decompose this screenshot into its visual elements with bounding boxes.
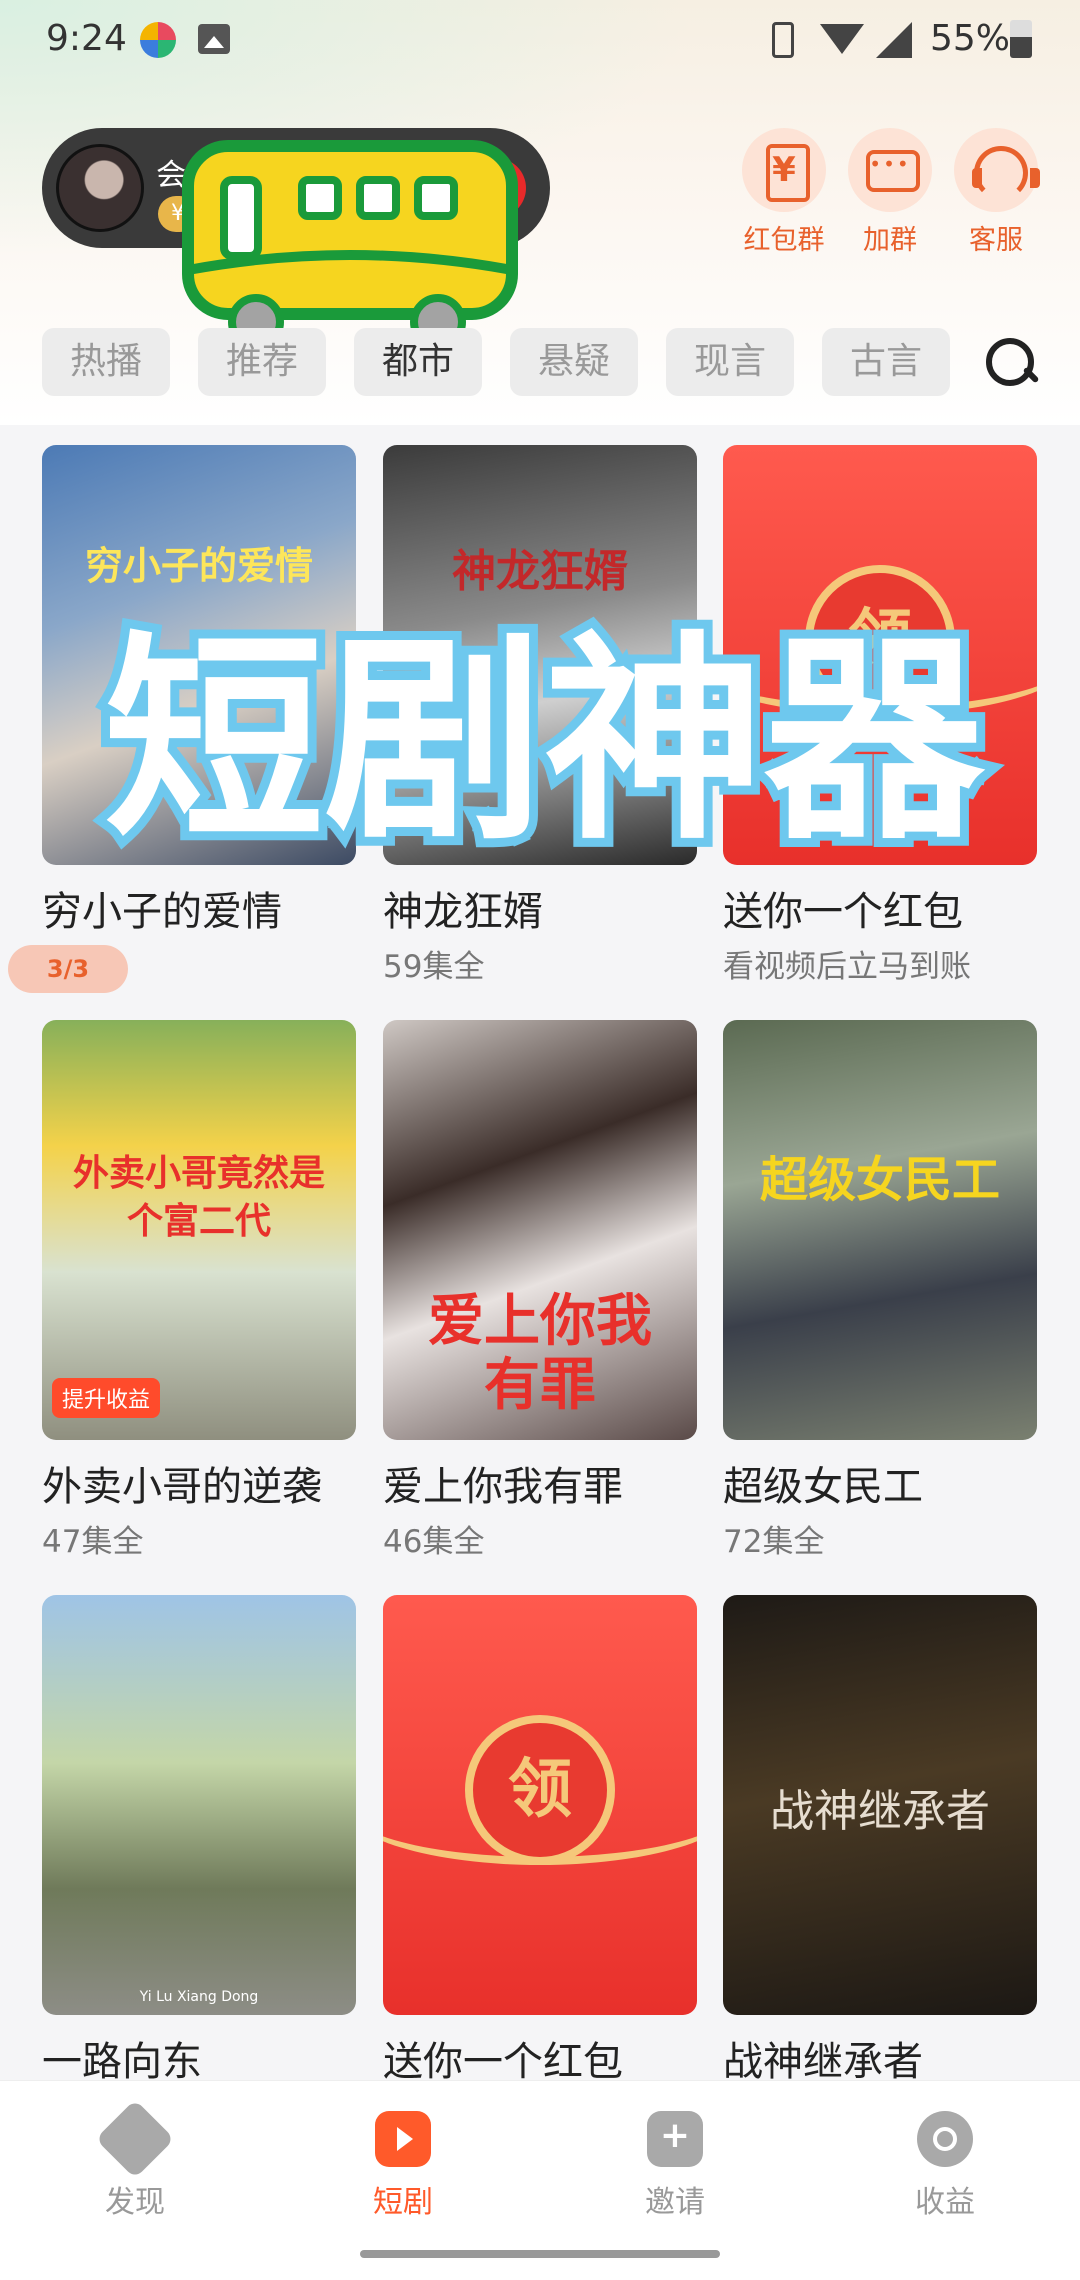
drama-poster[interactable]: 爱上你我有罪 [383, 1020, 697, 1440]
drama-subtitle: 72集全 [723, 1524, 825, 1560]
drama-title: 一路向东 [42, 2039, 202, 2080]
join-group-label: 加群 [863, 225, 917, 256]
drama-title: 送你一个红包 [723, 889, 963, 935]
poster-title: Yi Lu Xiang Dong [139, 1989, 259, 2005]
headset-icon [954, 128, 1040, 212]
join-group-button[interactable]: 加群 [842, 128, 938, 257]
overlay-title-text: 短剧神器 [104, 613, 986, 869]
status-bar: 9:24 55% [0, 0, 1080, 80]
status-time: 9:24 [46, 18, 127, 59]
drama-title: 战神继承者 [723, 2039, 923, 2080]
poster-title: 爱上你我有罪 [428, 1289, 652, 1418]
red-packet-poster[interactable]: 领 [383, 1595, 697, 2015]
tab-urban[interactable]: 都市 [354, 328, 482, 396]
overlay-banner-title: 短剧神器 [95, 612, 995, 872]
gallery-notification-icon [198, 24, 230, 54]
nav-drama[interactable]: 短剧 [323, 2111, 483, 2221]
drama-subtitle: 47集全 [42, 1524, 144, 1560]
search-icon[interactable] [982, 334, 1038, 390]
drama-play-icon [375, 2111, 431, 2167]
nav-discover[interactable]: 发现 [55, 2099, 215, 2221]
drama-title: 爱上你我有罪 [383, 1464, 623, 1510]
drama-card[interactable]: 超级女民工 超级女民工 72集全 [723, 1020, 1037, 1561]
category-tabs: 热播 推荐 都市 悬疑 现言 古言 [42, 328, 1042, 396]
drama-title: 神龙狂婿 [383, 889, 543, 935]
nav-earnings[interactable]: 收益 [865, 2111, 1025, 2221]
tab-modern-romance[interactable]: 现言 [666, 328, 794, 396]
tab-recommend[interactable]: 推荐 [198, 328, 326, 396]
boost-earnings-badge[interactable]: 提升收益 [52, 1378, 161, 1418]
avatar[interactable] [56, 144, 144, 232]
customer-service-button[interactable]: 客服 [948, 128, 1044, 257]
nav-drama-label: 短剧 [373, 2185, 433, 2220]
earnings-icon [917, 2111, 973, 2167]
vibrate-icon [772, 22, 794, 58]
invite-icon [647, 2111, 703, 2167]
app-notification-icon [140, 22, 176, 58]
customer-service-label: 客服 [969, 225, 1023, 256]
bus-icon [182, 140, 518, 350]
poster-title: 穷小子的爱情 [84, 544, 313, 588]
tab-hot[interactable]: 热播 [42, 328, 170, 396]
chat-group-icon [848, 128, 932, 212]
poster-title: 神龙狂婿 [452, 546, 628, 597]
red-packet-coin: 领 [465, 1715, 615, 1865]
drama-title: 送你一个红包 [383, 2039, 623, 2080]
drama-card[interactable]: 外卖小哥竟然是个富二代 提升收益 外卖小哥的逆袭 47集全 [42, 1020, 356, 1561]
drama-subtitle: 看视频后立马到账 [723, 949, 971, 985]
nav-invite[interactable]: 邀请 [595, 2111, 755, 2221]
poster-title: 战神继承者 [770, 1786, 990, 1837]
hongbao-group-icon [742, 128, 826, 212]
drama-poster[interactable]: 战神继承者 [723, 1595, 1037, 2015]
hongbao-group-label: 红包群 [743, 225, 825, 256]
tab-ancient-romance[interactable]: 古言 [822, 328, 950, 396]
episode-progress-badge: 3/3 [8, 945, 128, 993]
home-indicator[interactable] [360, 2250, 720, 2258]
discover-icon [95, 2099, 175, 2179]
battery-icon [1010, 20, 1032, 58]
nav-discover-label: 发现 [105, 2185, 165, 2220]
drama-title: 外卖小哥的逆袭 [42, 1464, 322, 1510]
red-packet-card[interactable]: 领 送你一个红包 [383, 1595, 697, 2080]
drama-card[interactable]: Yi Lu Xiang Dong 一路向东 [42, 1595, 356, 2080]
drama-card[interactable]: 战神继承者 战神继承者 [723, 1595, 1037, 2080]
drama-title: 穷小子的爱情 [42, 889, 282, 935]
wifi-icon [820, 24, 864, 54]
drama-title: 超级女民工 [723, 1464, 923, 1510]
battery-percent: 55% [930, 18, 1011, 59]
tab-suspense[interactable]: 悬疑 [510, 328, 638, 396]
drama-card[interactable]: 爱上你我有罪 爱上你我有罪 46集全 [383, 1020, 697, 1561]
drama-subtitle: 59集全 [383, 949, 485, 985]
poster-title: 外卖小哥竟然是个富二代 [72, 1153, 325, 1242]
drama-poster[interactable]: 外卖小哥竟然是个富二代 提升收益 [42, 1020, 356, 1440]
drama-poster[interactable]: 超级女民工 [723, 1020, 1037, 1440]
nav-invite-label: 邀请 [645, 2185, 705, 2220]
nav-earnings-label: 收益 [915, 2185, 975, 2220]
hongbao-group-button[interactable]: 红包群 [736, 128, 832, 257]
poster-title: 超级女民工 [759, 1152, 1000, 1208]
signal-icon [876, 22, 912, 58]
drama-poster[interactable]: Yi Lu Xiang Dong [42, 1595, 356, 2015]
drama-subtitle: 46集全 [383, 1524, 485, 1560]
